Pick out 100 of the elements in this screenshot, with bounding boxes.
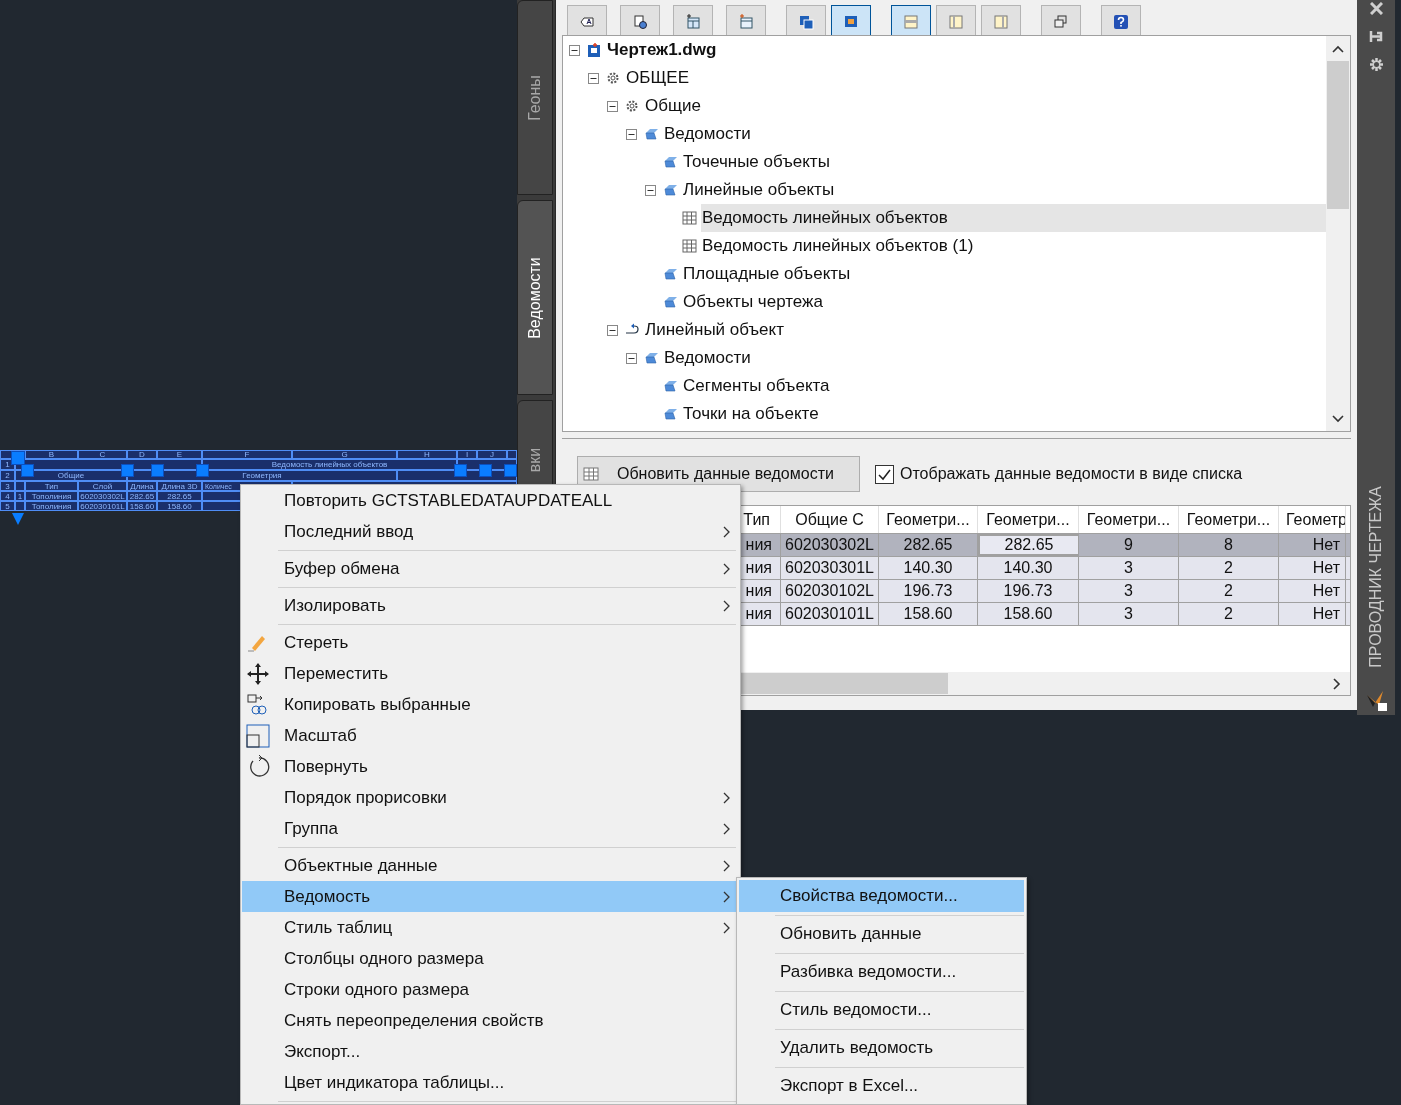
table-cell: 1	[15, 491, 25, 501]
drawing-file-icon	[587, 42, 602, 58]
tree-item[interactable]: Точечные объекты	[682, 148, 836, 176]
tree-item[interactable]: Ведомости	[663, 344, 757, 372]
menu-item[interactable]: Столбцы одного размера	[242, 943, 739, 974]
folder-icon	[663, 182, 678, 198]
menu-item[interactable]: Повернуть	[242, 751, 739, 782]
pin-icon[interactable]	[1369, 30, 1383, 43]
copy-icon	[246, 692, 270, 717]
row-number: 2	[0, 470, 15, 481]
move-icon	[246, 661, 270, 686]
tree-item[interactable]: Сегменты объекта	[682, 372, 836, 400]
menu-item[interactable]: Стереть	[242, 627, 739, 658]
menu-item[interactable]: Стиль таблиц	[242, 912, 739, 943]
table-cell: 602030302L	[78, 491, 127, 501]
grip-handle[interactable]	[11, 451, 25, 465]
menu-item[interactable]: Порядок прорисовки	[242, 782, 739, 813]
side-tab[interactable]: Геоны	[517, 0, 553, 195]
menu-item[interactable]: Группа	[242, 813, 739, 844]
tree-item[interactable]: Общие	[644, 92, 707, 120]
group-header: Геометрия	[127, 470, 397, 481]
collapse-icon[interactable]	[607, 100, 618, 112]
table-cell: 158.60	[127, 501, 157, 511]
grid-cell: 2	[1179, 603, 1279, 625]
collapse-icon[interactable]	[626, 352, 637, 364]
tree-item[interactable]: Ведомость линейных объектов	[701, 204, 1326, 232]
grid-cell: 158.60	[978, 603, 1079, 625]
menu-item[interactable]: Разбивка ведомости...	[739, 956, 1024, 988]
tree-item[interactable]: ОБЩЕЕ	[625, 64, 695, 92]
tree-item[interactable]: Точки на объекте	[682, 400, 825, 428]
settings-icon[interactable]	[1368, 57, 1384, 72]
scale-icon	[246, 723, 270, 748]
column-letter: H	[397, 450, 457, 459]
app-logo-icon	[1365, 689, 1387, 711]
column-letter: C	[78, 450, 127, 459]
tree-item[interactable]: Ведомость линейных объектов (1)	[701, 232, 980, 260]
collapse-icon[interactable]	[645, 184, 656, 196]
panel-top-icon	[903, 14, 919, 30]
menu-item[interactable]: Переместить	[242, 658, 739, 689]
column-letter: G	[292, 450, 397, 459]
column-header: Длина	[127, 481, 157, 491]
menu-item[interactable]: Стиль ведомости...	[739, 994, 1024, 1026]
folder-icon	[663, 378, 678, 394]
copy-icon	[798, 14, 814, 30]
collapse-icon[interactable]	[569, 44, 580, 56]
menu-item[interactable]: Снять переопределения свойств	[242, 1005, 739, 1036]
tree-item[interactable]: Площадные объекты	[682, 260, 857, 288]
collapse-icon[interactable]	[588, 72, 599, 84]
scroll-up-icon[interactable]	[1332, 45, 1344, 53]
column-letter: F	[202, 450, 292, 459]
panel-title: ПРОВОДНИК ЧЕРТЕЖА	[1366, 486, 1385, 668]
menu-item[interactable]: Свойства ведомости...	[739, 880, 1024, 912]
column-letter: D	[127, 450, 157, 459]
panel-left-icon	[948, 14, 964, 30]
collapse-icon[interactable]	[607, 324, 618, 336]
row-number: 3	[0, 481, 15, 491]
menu-item[interactable]: Ведомость	[242, 881, 739, 912]
add-list-icon	[738, 14, 754, 30]
menu-item[interactable]: Копировать выбранные	[242, 689, 739, 720]
tree-item[interactable]: Линейный объект	[644, 316, 790, 344]
table-icon	[682, 238, 697, 254]
table-cell: Тополиния	[25, 501, 78, 511]
column-letter: J	[477, 450, 507, 459]
folder-icon	[663, 406, 678, 422]
folder-icon	[663, 266, 678, 282]
menu-item[interactable]: Объектные данные	[242, 850, 739, 881]
gear-icon	[606, 70, 621, 86]
menu-item[interactable]: Строки одного размера	[242, 974, 739, 1005]
tree-item[interactable]: Объекты чертежа	[682, 288, 829, 316]
column-letter: E	[157, 450, 202, 459]
menu-item[interactable]: Удалить ведомость	[739, 1032, 1024, 1064]
scroll-down-icon[interactable]	[1332, 415, 1344, 423]
grid-cell: 602030101L	[781, 603, 879, 625]
gear-icon	[625, 98, 640, 114]
menu-item[interactable]: Экспорт в Excel...	[739, 1070, 1024, 1102]
column-header: Тип	[25, 481, 78, 491]
tree-item[interactable]: Линейные объекты	[682, 176, 841, 204]
scrollbar-thumb[interactable]	[1327, 61, 1349, 209]
column-header: Слой	[78, 481, 127, 491]
grid-cell: Нет	[1279, 603, 1346, 625]
menu-item[interactable]: Обновить данные	[739, 918, 1024, 950]
checkbox[interactable]	[875, 464, 894, 484]
menu-item[interactable]: Цвет индикатора таблицы...	[242, 1067, 739, 1098]
table-arrow-icon[interactable]	[12, 513, 24, 525]
side-tab[interactable]: Ведомости	[517, 200, 553, 395]
menu-item[interactable]: Экспорт...	[242, 1036, 739, 1067]
collapse-icon[interactable]	[626, 128, 637, 140]
column-header: Длина 3D	[157, 481, 202, 491]
menu-item[interactable]: Масштаб	[242, 720, 739, 751]
table-cell: Тополиния	[25, 491, 78, 501]
panel-right-icon	[993, 14, 1009, 30]
vertical-scrollbar[interactable]	[1326, 36, 1350, 431]
windows-icon	[1053, 14, 1069, 30]
scroll-right-icon[interactable]	[1333, 677, 1341, 690]
table-cell: 602030101L	[78, 501, 127, 511]
table-icon	[682, 210, 697, 226]
tree-item[interactable]: Ведомости	[663, 120, 757, 148]
close-icon[interactable]	[1369, 2, 1383, 15]
folder-icon	[663, 154, 678, 170]
tree-item[interactable]: Чертеж1.dwg	[606, 36, 723, 64]
